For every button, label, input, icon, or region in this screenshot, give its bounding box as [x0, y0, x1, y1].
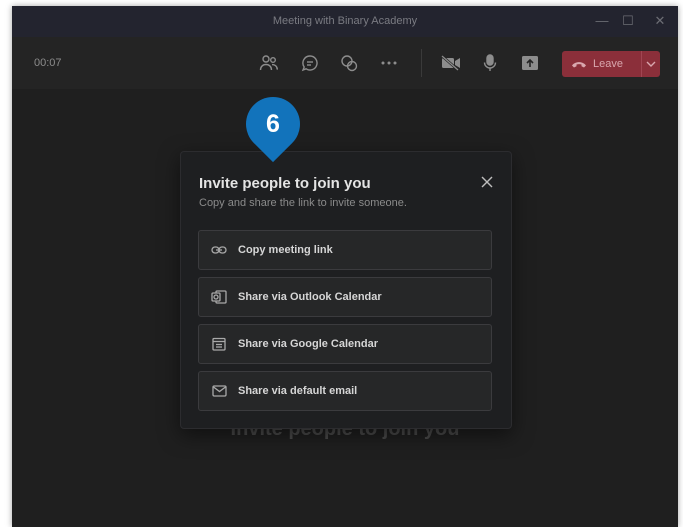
title-bar: Meeting with Binary Academy — ☐ ✕	[12, 6, 678, 37]
chevron-down-icon	[646, 61, 656, 67]
option-label: Share via Outlook Calendar	[238, 291, 382, 303]
calendar-icon	[211, 336, 227, 352]
option-label: Share via Google Calendar	[238, 338, 378, 350]
maximize-button[interactable]: ☐	[621, 14, 635, 28]
toolbar-divider	[421, 49, 422, 77]
camera-off-icon[interactable]	[440, 52, 462, 74]
copy-meeting-link-button[interactable]: Copy meeting link	[198, 230, 492, 270]
step-marker-number: 6	[266, 109, 280, 138]
option-label: Share via default email	[238, 385, 358, 397]
minimize-button[interactable]: —	[595, 14, 609, 28]
dialog-subtitle: Copy and share the link to invite someon…	[199, 197, 407, 209]
close-window-button[interactable]: ✕	[653, 14, 667, 28]
chat-icon[interactable]	[299, 52, 321, 74]
meeting-toolbar: 00:07 Leave	[12, 37, 678, 89]
window-title: Meeting with Binary Academy	[272, 15, 418, 27]
people-icon[interactable]	[258, 52, 280, 74]
share-default-email-button[interactable]: Share via default email	[198, 371, 492, 411]
invite-dialog: Invite people to join you Copy and share…	[180, 151, 512, 429]
hang-up-icon	[572, 62, 586, 68]
more-icon[interactable]	[378, 52, 400, 74]
close-icon[interactable]	[479, 174, 495, 190]
share-google-calendar-button[interactable]: Share via Google Calendar	[198, 324, 492, 364]
leave-options-button[interactable]	[642, 61, 660, 67]
leave-button[interactable]: Leave	[562, 51, 660, 77]
outlook-icon	[211, 289, 227, 305]
share-screen-icon[interactable]	[519, 52, 541, 74]
teams-meeting-window: Meeting with Binary Academy — ☐ ✕ 00:07	[12, 6, 678, 527]
option-label: Copy meeting link	[238, 244, 333, 256]
microphone-icon[interactable]	[479, 52, 501, 74]
link-icon	[211, 242, 227, 258]
leave-label: Leave	[593, 58, 623, 70]
mail-icon	[211, 383, 227, 399]
reactions-icon[interactable]	[338, 52, 360, 74]
leave-main[interactable]: Leave	[562, 51, 641, 77]
dialog-title: Invite people to join you	[199, 175, 371, 192]
meeting-timer: 00:07	[34, 57, 62, 69]
share-outlook-calendar-button[interactable]: Share via Outlook Calendar	[198, 277, 492, 317]
